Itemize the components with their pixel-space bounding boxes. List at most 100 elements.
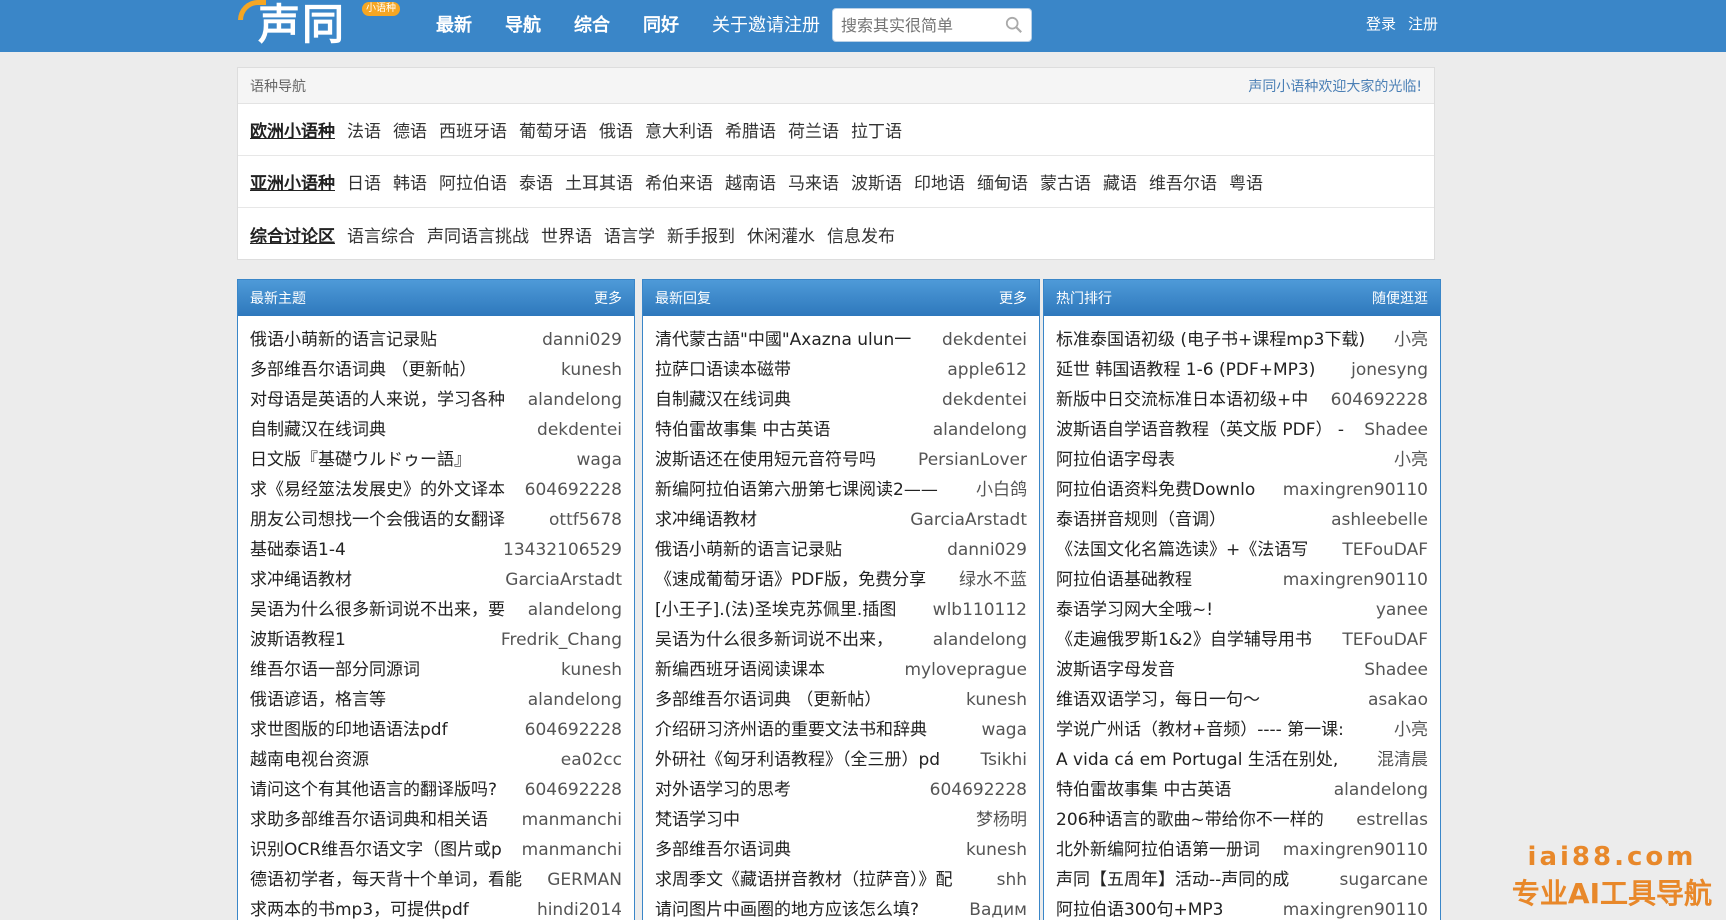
topic-title-link[interactable]: 自制藏汉在线词典 [655,385,934,415]
topic-title-link[interactable]: 求周季文《藏语拼音教材（拉萨音）》配 [655,865,989,895]
topic-title-link[interactable]: 朋友公司想找一个会俄语的女翻译 [250,505,541,535]
topic-title-link[interactable]: 外研社《匈牙利语教程》（全三册）pd [655,745,973,775]
author-link[interactable]: manmanchi [522,835,622,865]
topic-title-link[interactable]: 日文版『基礎ウルドゥー語』 [250,445,568,475]
topic-title-link[interactable]: 介绍研习济州语的重要文法书和辞典 [655,715,973,745]
topic-title-link[interactable]: 请问这个有其他语言的翻译版吗? [250,775,517,805]
topic-title-link[interactable]: 延世 韩国语教程 1-6 (PDF+MP3) [1056,355,1343,385]
topic-title-link[interactable]: 求《易经筮法发展史》的外文译本 [250,475,517,505]
random-browse-link[interactable]: 随便逛逛 [1372,288,1428,308]
topic-title-link[interactable]: 求冲绳语教材 [655,505,902,535]
author-link[interactable]: 604692228 [1331,385,1428,415]
topic-title-link[interactable]: 求世图版的印地语语法pdf [250,715,517,745]
author-link[interactable]: shh [997,865,1027,895]
author-link[interactable]: alandelong [528,385,622,415]
author-link[interactable]: GERMAN [547,865,622,895]
author-link[interactable]: kunesh [561,355,622,385]
language-link[interactable]: 信息发布 [827,222,895,247]
topic-title-link[interactable]: 多部维吾尔语词典 [655,835,958,865]
language-link[interactable]: 马来语 [788,169,839,194]
topic-title-link[interactable]: 越南电视台资源 [250,745,553,775]
topic-title-link[interactable]: 阿拉伯语字母表 [1056,445,1386,475]
topic-title-link[interactable]: 识别OCR维吾尔语文字（图片或p [250,835,514,865]
topic-title-link[interactable]: 阿拉伯语300句+MP3 [1056,895,1275,920]
author-link[interactable]: jonesyng [1351,355,1428,385]
topic-title-link[interactable]: 波斯语自学语音教程（英文版 PDF） - [1056,415,1356,445]
topic-title-link[interactable]: 求两本的书mp3，可提供pdf [250,895,529,920]
author-link[interactable]: PersianLover [918,445,1027,475]
author-link[interactable]: maxingren90110 [1283,565,1428,595]
language-link[interactable]: 希腊语 [725,117,776,142]
language-link[interactable]: 日语 [347,169,381,194]
author-link[interactable]: waga [981,715,1027,745]
topic-title-link[interactable]: 波斯语教程1 [250,625,493,655]
search-input[interactable] [841,10,1001,40]
author-link[interactable]: maxingren90110 [1283,475,1428,505]
topic-title-link[interactable]: 维吾尔语一部分同源词 [250,655,553,685]
topic-title-link[interactable]: A vida cá em Portugal 生活在别处, [1056,745,1369,775]
author-link[interactable]: estrellas [1356,805,1428,835]
topic-title-link[interactable]: [小王子].(法)圣埃克苏佩里.插图 [655,595,925,625]
author-link[interactable]: alandelong [528,595,622,625]
login-link[interactable]: 登录 [1366,14,1396,34]
author-link[interactable]: alandelong [933,625,1027,655]
language-link[interactable]: 德语 [393,117,427,142]
topic-title-link[interactable]: 206种语言的歌曲~带给你不一样的 [1056,805,1348,835]
topic-title-link[interactable]: 对外语学习的思考 [655,775,922,805]
nav-general[interactable]: 综合 [574,12,610,40]
topic-title-link[interactable]: 新版中日交流标准日本语初级+中 [1056,385,1323,415]
author-link[interactable]: kunesh [561,655,622,685]
language-link[interactable]: 俄语 [599,117,633,142]
topic-title-link[interactable]: 泰语学习网大全哦~! [1056,595,1368,625]
author-link[interactable]: manmanchi [522,805,622,835]
language-link[interactable]: 意大利语 [645,117,713,142]
topic-title-link[interactable]: 阿拉伯语基础教程 [1056,565,1275,595]
topic-title-link[interactable]: 多部维吾尔语词典 （更新帖） [655,685,958,715]
topic-title-link[interactable]: 俄语小萌新的语言记录贴 [655,535,939,565]
topic-title-link[interactable]: 特伯雷故事集 中古英语 [1056,775,1326,805]
author-link[interactable]: 小白鸽 [976,475,1027,505]
topic-title-link[interactable]: 吴语为什么很多新词说不出来， [655,625,925,655]
author-link[interactable]: 小亮 [1394,445,1428,475]
author-link[interactable]: wlb110112 [933,595,1027,625]
topic-title-link[interactable]: 《速成葡萄牙语》PDF版，免费分享 [655,565,951,595]
language-link[interactable]: 语言综合 [347,222,415,247]
language-link[interactable]: 越南语 [725,169,776,194]
topic-title-link[interactable]: 俄语谚语，格言等 [250,685,520,715]
topic-title-link[interactable]: 学说广州话（教材+音频）---- 第一课: [1056,715,1386,745]
author-link[interactable]: dekdentei [942,325,1027,355]
language-category-link[interactable]: 综合讨论区 [250,222,335,247]
topic-title-link[interactable]: 求冲绳语教材 [250,565,497,595]
topic-title-link[interactable]: 特伯雷故事集 中古英语 [655,415,925,445]
topic-title-link[interactable]: 新编西班牙语阅读课本 [655,655,897,685]
topic-title-link[interactable]: 基础泰语1-4 [250,535,495,565]
nav-peers[interactable]: 同好 [643,12,679,40]
author-link[interactable]: yanee [1376,595,1428,625]
language-link[interactable]: 土耳其语 [565,169,633,194]
topic-title-link[interactable]: 清代蒙古語"中國"Axazna ulun一 [655,325,934,355]
author-link[interactable]: 小亮 [1394,325,1428,355]
author-link[interactable]: ea02cc [561,745,622,775]
language-link[interactable]: 声同语言挑战 [427,222,529,247]
author-link[interactable]: ottf5678 [549,505,622,535]
author-link[interactable]: GarciaArstadt [505,565,622,595]
search-icon[interactable] [1005,16,1023,34]
author-link[interactable]: kunesh [966,685,1027,715]
author-link[interactable]: ashleebelle [1331,505,1428,535]
language-link[interactable]: 世界语 [541,222,592,247]
author-link[interactable]: alandelong [528,685,622,715]
topic-title-link[interactable]: 拉萨口语读本磁带 [655,355,939,385]
language-link[interactable]: 泰语 [519,169,553,194]
topic-title-link[interactable]: 请问图片中画圈的地方应该怎么填? [655,895,961,920]
topic-title-link[interactable]: 波斯语字母发音 [1056,655,1356,685]
language-link[interactable]: 西班牙语 [439,117,507,142]
topic-title-link[interactable]: 泰语拼音规则（音调） [1056,505,1323,535]
language-link[interactable]: 藏语 [1103,169,1137,194]
author-link[interactable]: alandelong [933,415,1027,445]
author-link[interactable]: 绿水不蓝 [959,565,1027,595]
author-link[interactable]: Shadee [1364,655,1428,685]
topic-title-link[interactable]: 多部维吾尔语词典 （更新帖） [250,355,553,385]
register-link[interactable]: 注册 [1408,14,1438,34]
site-logo[interactable]: 声同 小语种 [238,0,403,52]
topic-title-link[interactable]: 波斯语还在使用短元音符号吗 [655,445,910,475]
